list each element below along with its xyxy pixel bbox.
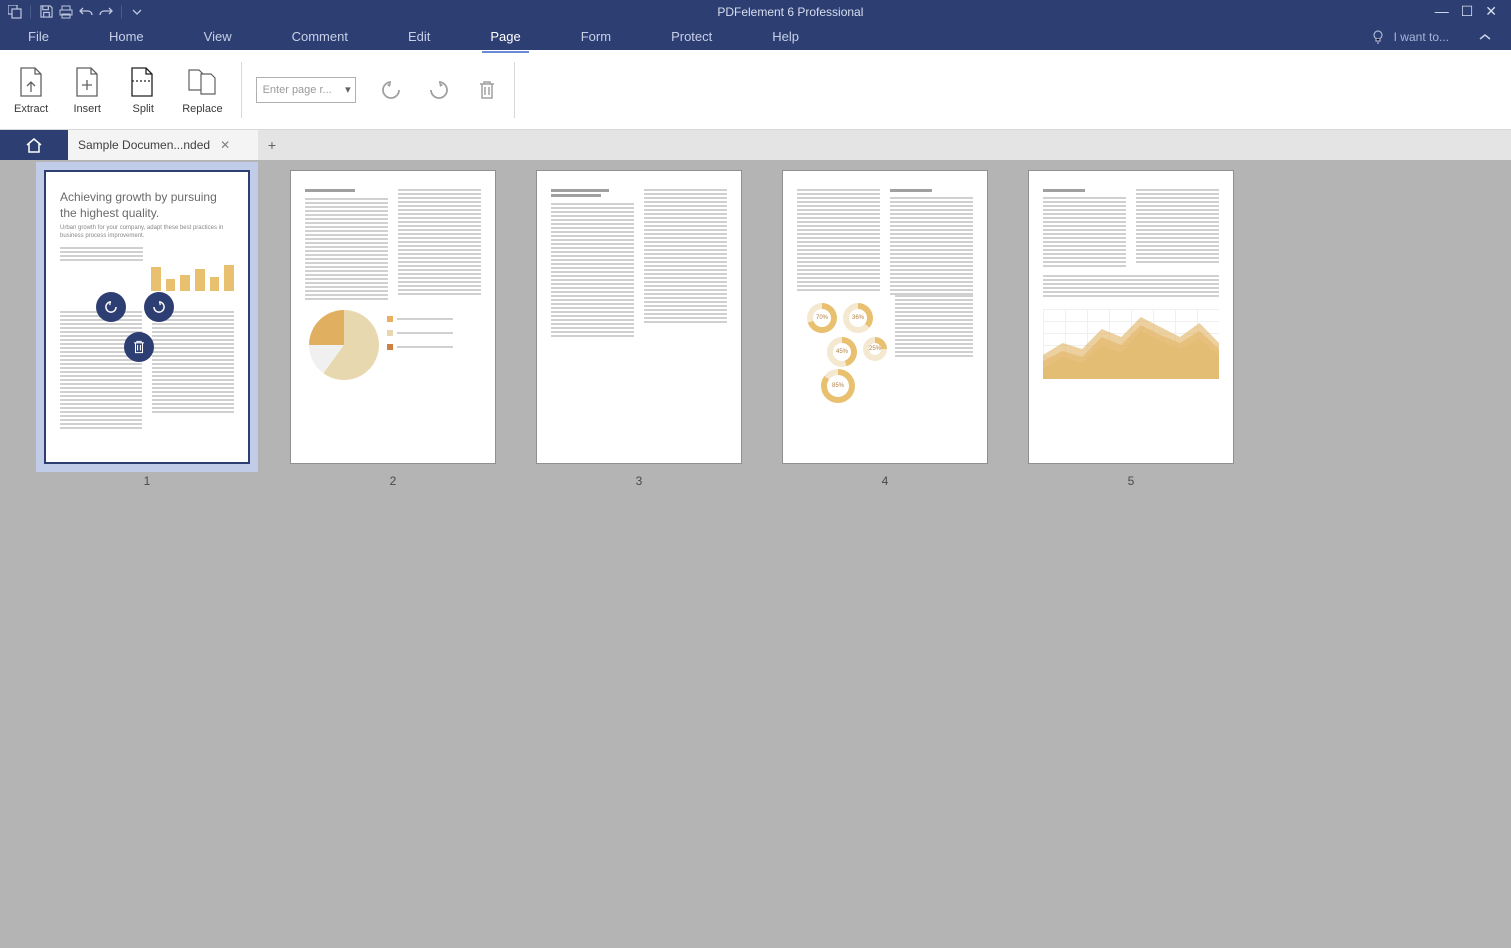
document-tab-label: Sample Documen...nded <box>78 138 210 152</box>
insert-icon <box>72 65 102 99</box>
page-thumb-wrap-4: 70% 36% 45% 25% 85% 4 <box>782 170 988 488</box>
app-menu-icon[interactable] <box>6 3 24 21</box>
menu-edit[interactable]: Edit <box>400 25 438 48</box>
print-icon[interactable] <box>57 3 75 21</box>
menu-view[interactable]: View <box>196 25 240 48</box>
extract-button[interactable]: Extract <box>10 59 52 121</box>
page-number-3: 3 <box>636 474 643 488</box>
menu-bar: File Home View Comment Edit Page Form Pr… <box>0 23 1511 50</box>
redo-icon[interactable] <box>97 3 115 21</box>
insert-button[interactable]: Insert <box>66 59 108 121</box>
rotate-right-overlay[interactable] <box>144 292 174 322</box>
page1-bar-chart <box>151 251 234 291</box>
home-tab-button[interactable] <box>0 130 68 160</box>
qat-more-icon[interactable] <box>128 3 146 21</box>
close-button[interactable]: ✕ <box>1485 3 1497 20</box>
page-number-5: 5 <box>1128 474 1135 488</box>
rotate-left-button[interactable] <box>378 77 404 103</box>
page-thumb-wrap-2: 2 <box>290 170 496 488</box>
save-icon[interactable] <box>37 3 55 21</box>
page-thumbnail-1[interactable]: Achieving growth by pursuing the highest… <box>44 170 250 464</box>
i-want-to-label: I want to... <box>1394 30 1449 44</box>
page1-subheading: Urban growth for your company, adapt the… <box>60 225 234 241</box>
page-number-4: 4 <box>882 474 889 488</box>
i-want-to-button[interactable]: I want to... <box>1370 29 1449 45</box>
delete-page-button[interactable] <box>474 77 500 103</box>
home-icon <box>25 137 43 153</box>
page-number-2: 2 <box>390 474 397 488</box>
extract-label: Extract <box>14 103 48 115</box>
replace-label: Replace <box>182 103 222 115</box>
document-tabbar: Sample Documen...nded ✕ + <box>0 130 1511 160</box>
delete-page-overlay[interactable] <box>124 332 154 362</box>
menu-file[interactable]: File <box>20 25 57 48</box>
page-range-input[interactable]: Enter page r... ▾ <box>256 77 356 103</box>
quick-access-toolbar: PDFelement 6 Professional — ☐ ✕ <box>0 0 1511 23</box>
rotate-right-button[interactable] <box>426 77 452 103</box>
undo-icon[interactable] <box>77 3 95 21</box>
page-thumb-wrap-3: 3 <box>536 170 742 488</box>
menu-help[interactable]: Help <box>764 25 807 48</box>
page-thumbnail-2[interactable] <box>290 170 496 464</box>
app-title: PDFelement 6 Professional <box>148 5 1433 19</box>
menu-protect[interactable]: Protect <box>663 25 720 48</box>
menu-comment[interactable]: Comment <box>284 25 356 48</box>
maximize-button[interactable]: ☐ <box>1461 3 1474 20</box>
page-range-placeholder: Enter page r... <box>263 84 332 96</box>
page-ribbon: Extract Insert Split Replace Enter page … <box>0 50 1511 130</box>
replace-button[interactable]: Replace <box>178 59 226 121</box>
lightbulb-icon <box>1370 29 1386 45</box>
dropdown-icon[interactable]: ▾ <box>345 83 351 96</box>
page1-heading: Achieving growth by pursuing the highest… <box>60 190 234 221</box>
split-icon <box>128 65 158 99</box>
menu-form[interactable]: Form <box>573 25 619 48</box>
add-tab-button[interactable]: + <box>258 130 286 160</box>
page4-donut-charts: 70% 36% <box>797 303 887 333</box>
insert-label: Insert <box>73 103 101 115</box>
minimize-button[interactable]: — <box>1435 3 1449 20</box>
split-label: Split <box>133 103 154 115</box>
menu-home[interactable]: Home <box>101 25 152 48</box>
page-number-1: 1 <box>144 474 151 488</box>
extract-icon <box>16 65 46 99</box>
document-tab[interactable]: Sample Documen...nded ✕ <box>68 130 258 160</box>
page2-pie-chart <box>309 310 379 380</box>
page-thumb-wrap-1: Achieving growth by pursuing the highest… <box>44 170 250 488</box>
page-thumbnail-3[interactable] <box>536 170 742 464</box>
close-tab-icon[interactable]: ✕ <box>220 138 230 152</box>
page-thumb-wrap-5: 5 <box>1028 170 1234 488</box>
replace-icon <box>187 65 217 99</box>
page-thumbnail-grid: Achieving growth by pursuing the highest… <box>0 160 1511 948</box>
page-thumbnail-5[interactable] <box>1028 170 1234 464</box>
page-thumbnail-4[interactable]: 70% 36% 45% 25% 85% <box>782 170 988 464</box>
page5-area-chart <box>1043 309 1219 379</box>
rotate-left-overlay[interactable] <box>96 292 126 322</box>
split-button[interactable]: Split <box>122 59 164 121</box>
collapse-ribbon-icon[interactable] <box>1479 33 1491 41</box>
menu-page[interactable]: Page <box>482 25 528 48</box>
